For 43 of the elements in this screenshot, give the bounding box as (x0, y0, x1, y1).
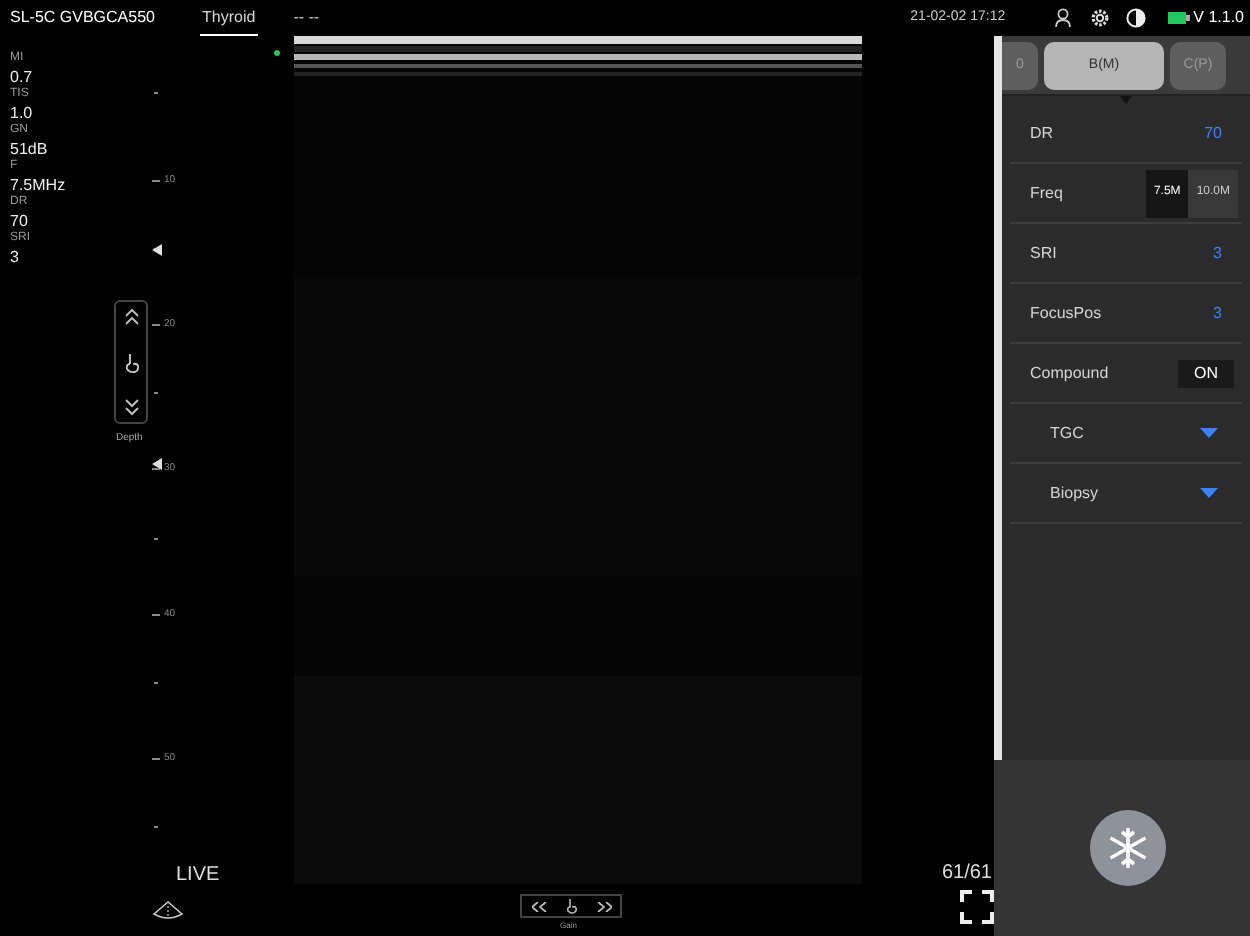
setting-label: FocusPos (1030, 301, 1102, 325)
settings-icon[interactable] (1089, 8, 1110, 28)
parameter-value: 1.0 (10, 104, 35, 122)
chevron-down-icon (123, 398, 139, 416)
version-label: V 1.1.0 (1193, 6, 1244, 30)
battery-icon (1167, 12, 1190, 24)
setting-label: DR (1030, 121, 1054, 145)
rewind-icon (531, 901, 547, 911)
hand-icon (565, 898, 577, 914)
mode-label: LIVE (176, 862, 220, 890)
snowflake-icon (1105, 826, 1149, 870)
fullscreen-icon[interactable] (960, 890, 994, 924)
setting-value[interactable]: 3 (1213, 241, 1222, 265)
preset-tab[interactable]: Thyroid (200, 0, 258, 36)
status-text: -- -- (293, 6, 320, 30)
setting-label: Freq (1030, 181, 1063, 205)
sector-probe-icon[interactable] (152, 900, 184, 920)
parameter-value: 51dB (10, 140, 50, 158)
setting-label: TGC (1050, 421, 1084, 445)
setting-label: Biopsy (1050, 481, 1099, 505)
contrast-icon[interactable] (1125, 8, 1146, 28)
setting-label: SRI (1030, 241, 1057, 265)
parameter-value: 7.5MHz (10, 176, 66, 194)
setting-value[interactable]: 3 (1213, 301, 1222, 325)
expandable-row[interactable]: Biopsy (1010, 464, 1242, 524)
setting-label: Compound (1030, 361, 1109, 385)
probe-label: SL-5C GVBGCA550 (10, 6, 157, 30)
hand-icon (123, 351, 139, 373)
toggle-button[interactable]: ON (1178, 359, 1234, 387)
parameter-value: 70 (10, 212, 30, 230)
focus-marker-icon (152, 458, 162, 470)
fast-forward-icon (595, 901, 611, 911)
freeze-button[interactable] (1089, 810, 1165, 886)
parameter-value: 0.7 (10, 68, 35, 86)
parameter-value: 3 (10, 248, 21, 266)
chevron-up-icon (123, 308, 139, 326)
depth-control[interactable] (114, 300, 148, 424)
gain-control[interactable] (520, 894, 622, 918)
focus-marker-icon (152, 244, 162, 256)
user-icon[interactable] (1053, 8, 1072, 28)
expandable-row[interactable]: TGC (1010, 404, 1242, 464)
setting-value[interactable]: 70 (1204, 121, 1222, 145)
frame-counter: 61/61 (941, 860, 992, 888)
